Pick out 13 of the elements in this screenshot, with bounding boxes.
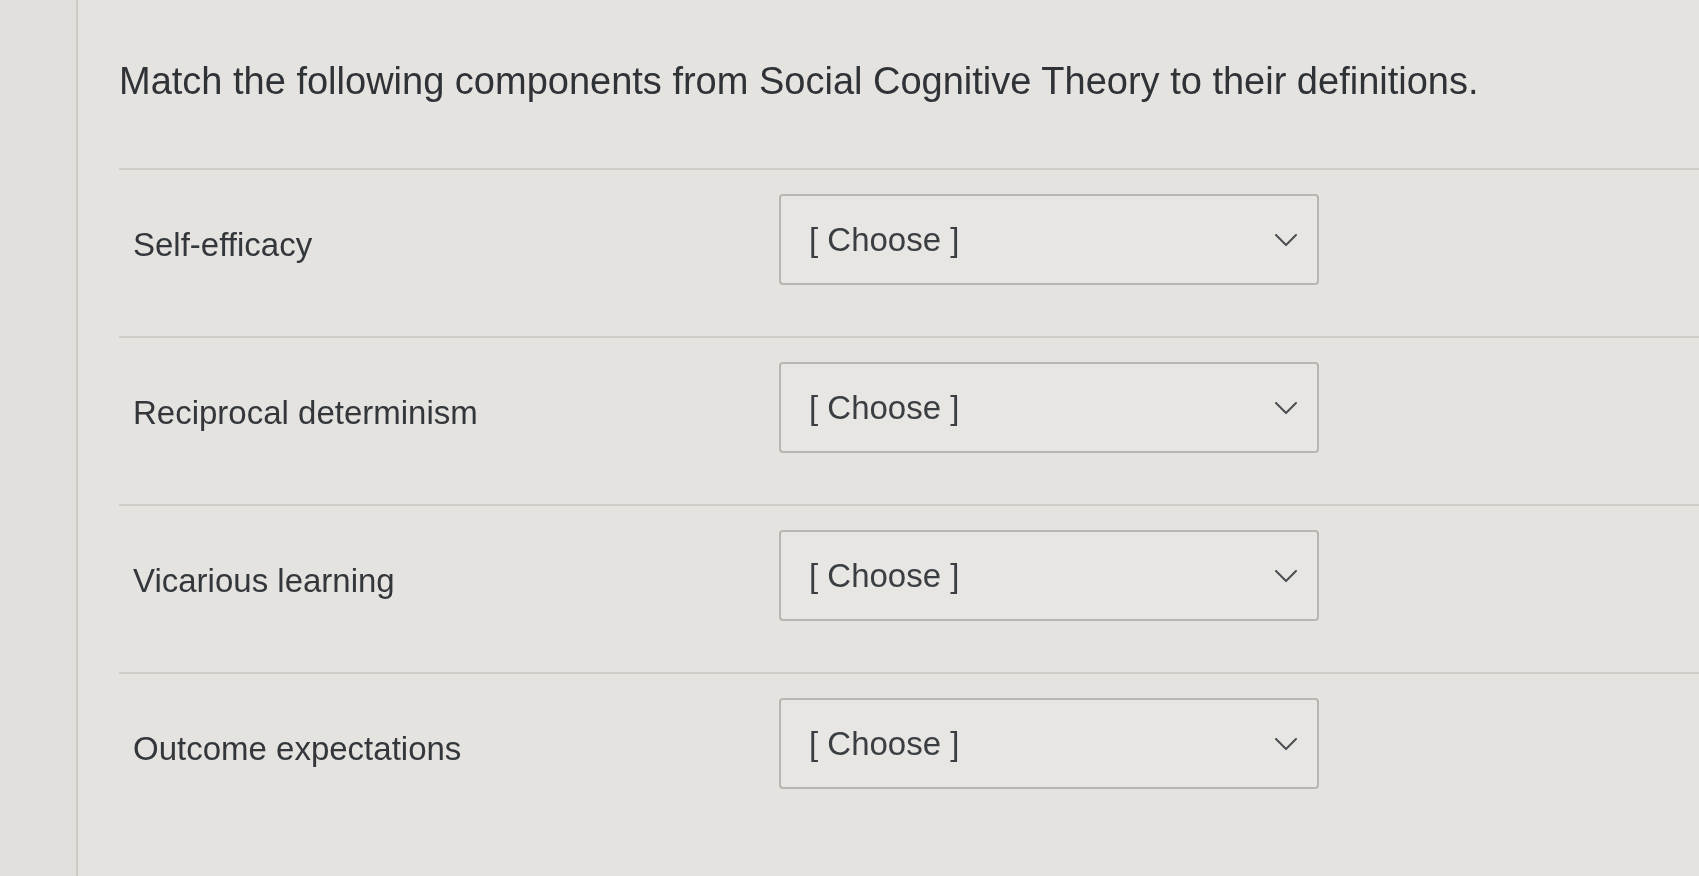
choose-dropdown[interactable]: [ Choose ] xyxy=(779,362,1319,453)
chevron-down-icon xyxy=(1275,569,1297,582)
term-label: Outcome expectations xyxy=(133,730,462,767)
chevron-down-icon xyxy=(1275,233,1297,246)
term-label: Vicarious learning xyxy=(133,562,395,599)
chevron-down-icon xyxy=(1275,401,1297,414)
choose-dropdown[interactable]: [ Choose ] xyxy=(779,698,1319,789)
choose-dropdown[interactable]: [ Choose ] xyxy=(779,530,1319,621)
question-text: Match the following components from Social Cognitive Theory to their definitions. xyxy=(119,60,1479,102)
chevron-down-icon xyxy=(1275,737,1297,750)
choose-dropdown[interactable]: [ Choose ] xyxy=(779,194,1319,285)
term-label: Self-efficacy xyxy=(133,226,313,263)
term-label: Reciprocal determinism xyxy=(133,394,478,431)
